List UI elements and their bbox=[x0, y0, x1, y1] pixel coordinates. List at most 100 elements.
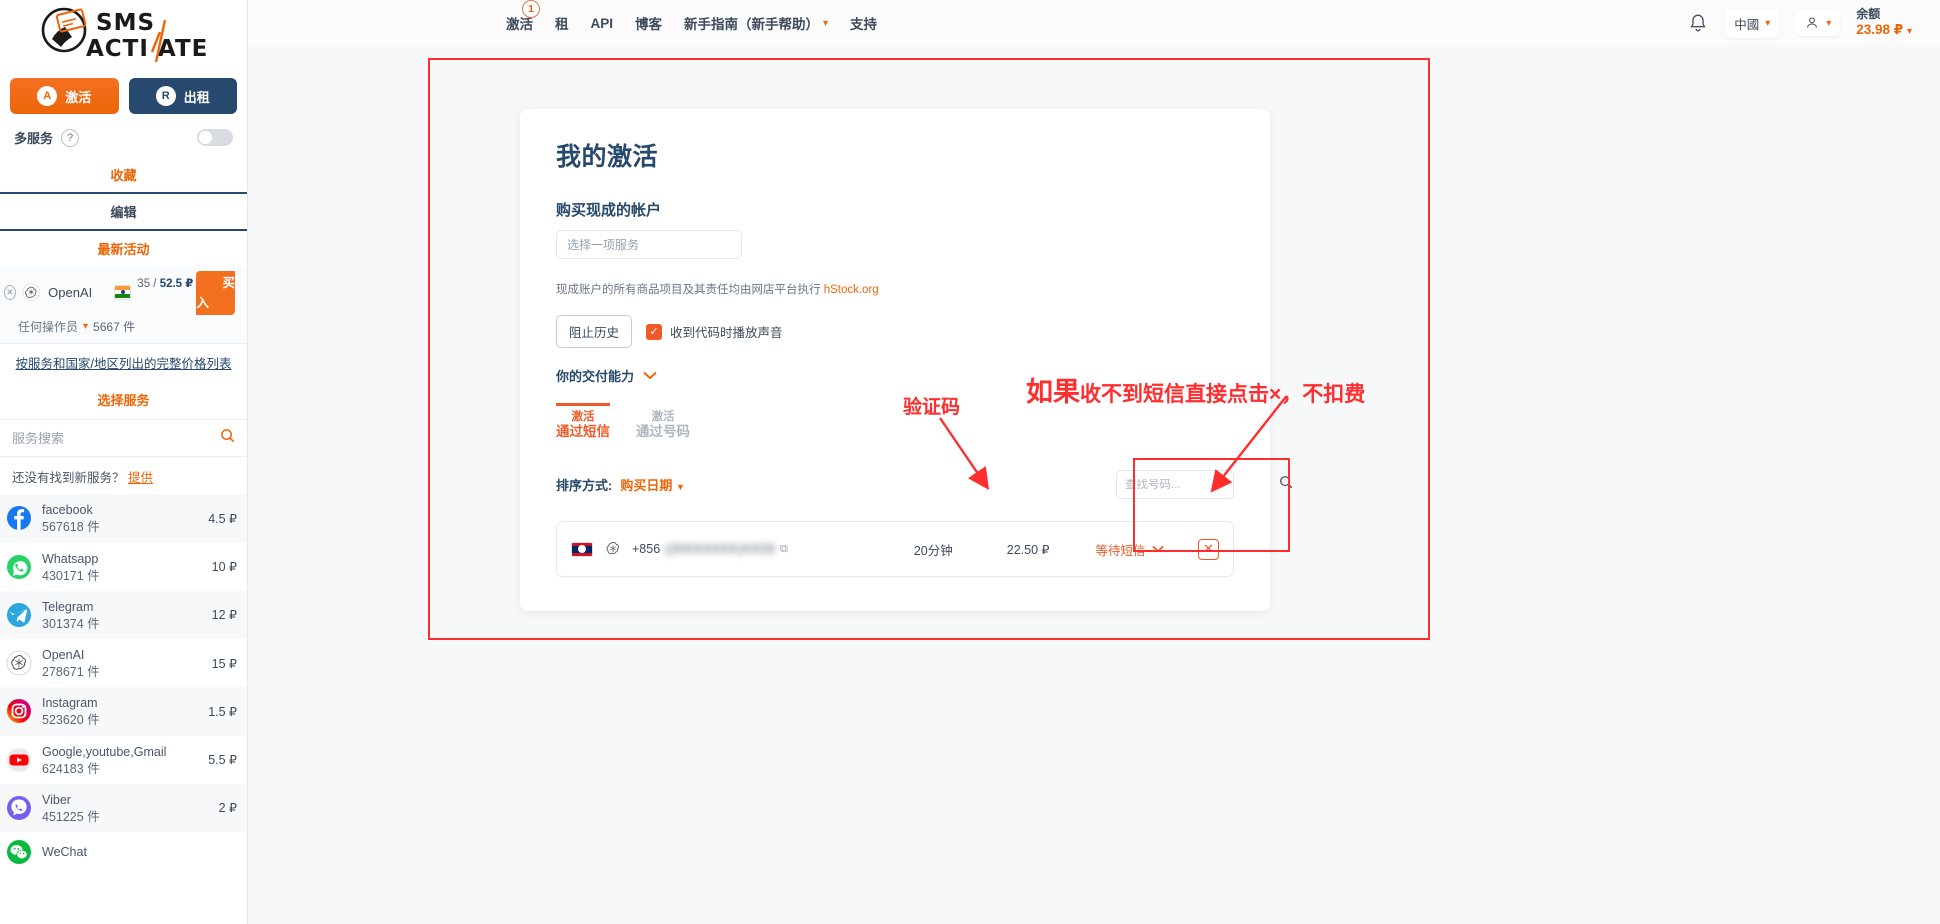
nav-item-6[interactable]: 支持 bbox=[850, 13, 877, 33]
page-root: SMS ACTI ATE A 激活 R 出租 多服务 ? 收藏 编辑 最新活动 bbox=[0, 0, 1940, 924]
main-content: 我的激活 购买现成的帐户 选择一项服务 现成账户的所有商品项目及其责任均由网店平… bbox=[248, 46, 1940, 924]
list-item-text: Viber 451225 件 bbox=[42, 791, 219, 825]
tab-sms-line2: 通过短信 bbox=[556, 424, 610, 440]
nav-item-4[interactable]: 博客 bbox=[635, 13, 662, 33]
rent-mode-button[interactable]: R 出租 bbox=[128, 78, 237, 114]
language-selector[interactable]: 中國 ▾ bbox=[1725, 8, 1780, 38]
tab-activation-by-sms[interactable]: 激活 通过短信 bbox=[556, 403, 610, 444]
list-item[interactable]: Telegram 301374 件 12 ₽ bbox=[0, 590, 247, 639]
multi-service-label: 多服务 bbox=[14, 131, 54, 146]
delivery-capacity-label: 你的交付能力 bbox=[556, 369, 635, 384]
nav-item-1[interactable]: 激活 1 bbox=[506, 0, 540, 33]
list-item[interactable]: Instagram 523620 件 1.5 ₽ bbox=[0, 687, 247, 736]
activation-tabs: 激活 通过短信 激活 通过号码 bbox=[556, 403, 1234, 444]
chevron-down-icon: ▾ bbox=[1826, 17, 1832, 29]
not-found-text: 还没有找到新服务？ bbox=[12, 471, 125, 486]
service-count: 301374 件 bbox=[42, 616, 100, 631]
order-time: 20分钟 bbox=[913, 543, 953, 558]
sound-checkbox-row[interactable]: ✓ 收到代码时播放声音 bbox=[646, 322, 783, 341]
service-name: Viber bbox=[42, 792, 71, 807]
list-item-text: OpenAI 278671 件 bbox=[42, 646, 212, 680]
list-item[interactable]: Google,youtube,Gmail 624183 件 5.5 ₽ bbox=[0, 736, 247, 784]
favorite-price-block: 35 / 52.5 ₽ 买入 bbox=[131, 271, 241, 315]
openai-icon bbox=[606, 542, 619, 555]
controls-row: 阻止历史 ✓ 收到代码时播放声音 bbox=[556, 315, 1234, 348]
openai-icon bbox=[22, 283, 40, 301]
tab-sms-line1: 激活 bbox=[571, 411, 595, 423]
viber-icon bbox=[7, 795, 31, 820]
chevron-down-icon: ▾ bbox=[83, 321, 89, 332]
buy-account-heading: 购买现成的帐户 bbox=[556, 202, 662, 219]
bell-icon[interactable] bbox=[1687, 12, 1709, 34]
list-item[interactable]: facebook 567618 件 4.5 ₽ bbox=[0, 494, 247, 543]
account-menu[interactable]: ▾ bbox=[1795, 10, 1841, 36]
close-icon[interactable]: ✕ bbox=[4, 284, 16, 300]
nav-badge-count: 1 bbox=[522, 0, 540, 18]
list-item[interactable]: Viber 451225 件 2 ₽ bbox=[0, 783, 247, 832]
brand-logo[interactable]: SMS ACTI ATE bbox=[0, 0, 247, 70]
favorite-operator-row[interactable]: 任何操作员 ▾ 5667 件 bbox=[0, 312, 247, 337]
laos-flag-icon bbox=[571, 541, 593, 557]
multi-service-toggle[interactable] bbox=[197, 129, 233, 146]
service-not-found-row: 还没有找到新服务？ 提供 bbox=[0, 457, 247, 494]
activation-card: 我的激活 购买现成的帐户 选择一项服务 现成账户的所有商品项目及其责任均由网店平… bbox=[520, 109, 1293, 612]
service-select-input[interactable]: 选择一项服务 bbox=[556, 230, 742, 259]
sort-value[interactable]: 购买日期 ▼ bbox=[620, 475, 685, 494]
buy-button[interactable]: 买入 bbox=[196, 271, 235, 315]
list-item[interactable]: WeChat bbox=[0, 832, 247, 872]
header-right: 中國 ▾ ▾ 余额 23.98 ₽ ▾ bbox=[1687, 7, 1940, 39]
find-number-input[interactable] bbox=[1125, 478, 1279, 491]
status-badge[interactable]: 等待短信 bbox=[1095, 540, 1164, 559]
service-search-input[interactable] bbox=[12, 430, 220, 446]
help-icon[interactable]: ? bbox=[61, 128, 80, 147]
search-icon[interactable] bbox=[1279, 475, 1293, 494]
chevron-down-icon bbox=[643, 369, 657, 383]
activate-mode-button[interactable]: A 激活 bbox=[10, 78, 119, 114]
service-count: 624183 件 bbox=[42, 761, 100, 776]
nav-item-label: 支持 bbox=[850, 17, 878, 32]
edit-link[interactable]: 编辑 bbox=[0, 192, 247, 231]
suggest-service-link[interactable]: 提供 bbox=[128, 471, 153, 485]
latest-activity-link[interactable]: 最新活动 bbox=[0, 231, 247, 266]
service-price: 10 ₽ bbox=[211, 560, 237, 575]
balance-label: 余额 bbox=[1856, 7, 1881, 22]
status-text: 等待短信 bbox=[1095, 543, 1146, 558]
cancel-activation-button[interactable]: ✕ bbox=[1198, 538, 1219, 560]
stock-note-text: 现成账户的所有商品项目及其责任均由网店平台执行 bbox=[556, 284, 824, 296]
india-flag-icon bbox=[114, 284, 132, 300]
chevron-down-icon: ▾ bbox=[823, 17, 829, 29]
service-name: OpenAI bbox=[42, 648, 85, 662]
list-item[interactable]: OpenAI 278671 件 15 ₽ bbox=[0, 639, 247, 687]
top-header: 激活1 租 API 博客 新手指南（新手帮助）▾ 支持 中國 ▾ ▾ 余额 bbox=[248, 0, 1940, 46]
whatsapp-icon bbox=[7, 554, 31, 579]
stock-note: 现成账户的所有商品项目及其责任均由网店平台执行 hStock.org bbox=[556, 281, 1234, 297]
nav-item-label: API bbox=[590, 15, 614, 31]
rent-mode-label: 出租 bbox=[183, 89, 210, 105]
favorites-link[interactable]: 收藏 bbox=[0, 157, 247, 192]
list-item[interactable]: Whatsapp 430171 件 10 ₽ bbox=[0, 543, 247, 591]
phone-number-prefix: +856 bbox=[632, 542, 661, 557]
table-row[interactable]: +856 (20XXXXXX)XX33 ⧉ 20分钟 22.50 ₽ 等待短信 … bbox=[556, 521, 1234, 578]
copy-icon[interactable]: ⧉ bbox=[780, 543, 788, 556]
annotation-verification-code: 验证码 bbox=[903, 397, 961, 418]
full-price-list-link[interactable]: 按服务和国家/地区列出的完整价格列表 bbox=[0, 344, 247, 384]
openai-icon bbox=[6, 650, 32, 676]
mode-buttons: A 激活 R 出租 bbox=[0, 70, 247, 120]
tab-activation-by-number[interactable]: 激活 通过号码 bbox=[636, 403, 690, 444]
hstock-link[interactable]: hStock.org bbox=[824, 284, 879, 296]
service-price: 4.5 ₽ bbox=[208, 511, 237, 526]
nav-item-label: 租 bbox=[555, 17, 569, 32]
annotation-tip-rest: 收不到短信直接点击×，不扣费 bbox=[1080, 383, 1366, 406]
nav-item-3[interactable]: API bbox=[591, 16, 614, 31]
checkbox-checked-icon[interactable]: ✓ bbox=[646, 323, 663, 340]
service-price: 2 ₽ bbox=[218, 801, 237, 816]
balance-block[interactable]: 余额 23.98 ₽ ▾ bbox=[1856, 7, 1912, 39]
block-history-button[interactable]: 阻止历史 bbox=[556, 315, 633, 348]
tab-number-line1: 激活 bbox=[651, 411, 675, 423]
nav-item-5[interactable]: 新手指南（新手帮助） ▾ bbox=[684, 13, 828, 33]
nav-item-2[interactable]: 租 bbox=[555, 13, 569, 33]
phone-number[interactable]: +856 (20XXXXXX)XX33 ⧉ bbox=[632, 542, 788, 556]
search-icon[interactable] bbox=[220, 428, 235, 448]
service-list: facebook 567618 件 4.5 ₽ Whatsapp 430171 件 10 … bbox=[0, 494, 247, 872]
list-item-text: facebook 567618 件 bbox=[42, 501, 208, 535]
